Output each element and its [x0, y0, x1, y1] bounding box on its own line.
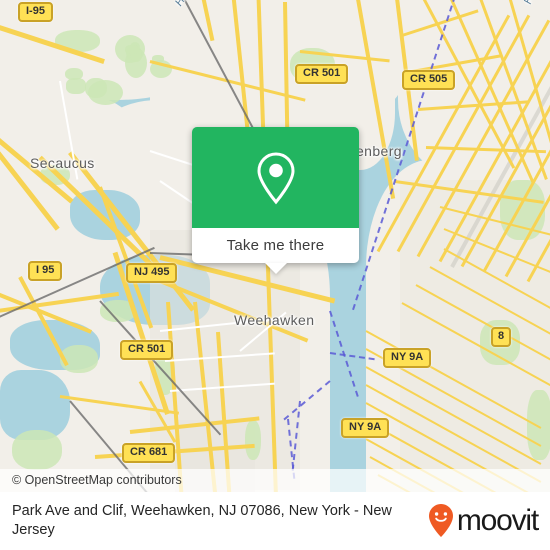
park-11	[125, 45, 139, 54]
screenshot-root: Hackensack Hudson Secaucus Weehawken enb…	[0, 0, 550, 550]
card-header	[192, 127, 359, 228]
route-shield-ny9a-north[interactable]: NY 9A	[383, 348, 432, 368]
route-shield-ny9a[interactable]: NY 9A	[341, 418, 390, 438]
route-shield-cr501-north[interactable]: CR 501	[295, 64, 349, 84]
card-footer[interactable]: Take me there	[192, 228, 359, 263]
map-canvas[interactable]: Hackensack Hudson Secaucus Weehawken enb…	[0, 0, 550, 492]
route-shield-cr501[interactable]: CR 501	[120, 340, 174, 360]
moovit-smiley-pin-icon	[428, 504, 453, 537]
route-shield-cr681[interactable]: CR 681	[122, 443, 176, 463]
route-shield-nj495[interactable]: NJ 495	[126, 263, 178, 283]
moovit-logo[interactable]: moovit	[428, 503, 539, 539]
route-shield-cr505[interactable]: CR 505	[402, 70, 456, 90]
location-pin-icon	[256, 151, 295, 204]
route-shield-i95-north[interactable]: I-95	[18, 2, 53, 22]
park-25	[245, 420, 261, 460]
location-caption: Park Ave and Clif, Weehawken, NJ 07086, …	[12, 503, 392, 538]
park-10	[88, 80, 123, 105]
location-info-card[interactable]: Take me there	[192, 127, 359, 274]
take-me-there-button[interactable]: Take me there	[227, 237, 325, 254]
card-pointer-tail	[264, 263, 287, 274]
osm-attribution[interactable]: © OpenStreetMap contributors	[0, 469, 550, 492]
footer-bar: Park Ave and Clif, Weehawken, NJ 07086, …	[0, 492, 550, 550]
route-shield-i95[interactable]: I 95	[28, 261, 63, 281]
moovit-wordmark: moovit	[456, 504, 539, 537]
route-shield-8[interactable]: 8	[491, 327, 512, 347]
park-8	[66, 78, 86, 94]
park-19	[12, 430, 62, 470]
